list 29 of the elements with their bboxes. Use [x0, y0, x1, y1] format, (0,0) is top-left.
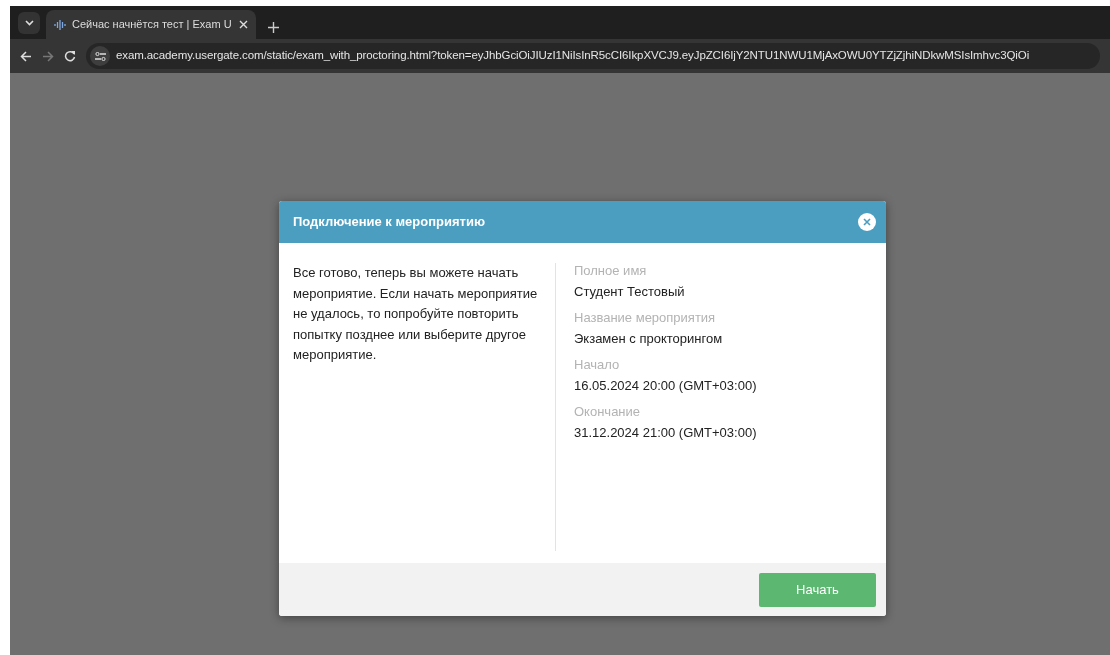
field-label: Название мероприятия	[574, 310, 717, 326]
close-icon	[863, 218, 871, 226]
field-value: 31.12.2024 21:00 (GMT+03:00)	[574, 425, 757, 441]
right-arrow-icon	[42, 50, 54, 62]
close-button[interactable]	[858, 213, 876, 231]
back-button[interactable]	[20, 50, 32, 62]
field-label: Начало	[574, 357, 621, 373]
tab-list-button[interactable]	[18, 12, 40, 34]
field-label: Полное имя	[574, 263, 648, 279]
field-label: Окончание	[574, 404, 642, 420]
field-value: Студент Тестовый	[574, 284, 686, 300]
address-bar[interactable]: exam.academy.usergate.com/static/exam_with_proctoring.html?token=eyJhbGciOiJIUzI1NiIsInR5cCI6IkpXVCJ9.eyJpZCI6IjY2NTU1NWU1MjAxOWU0YTZjZjhiNDkwMSIsImhvc3QiOi	[86, 43, 1100, 69]
reload-icon	[64, 50, 76, 62]
browser-tab[interactable]: Сейчас начнётся тест | Exam U	[46, 10, 256, 39]
reload-button[interactable]	[64, 50, 76, 62]
field-value: 16.05.2024 20:00 (GMT+03:00)	[574, 378, 757, 394]
url-text: exam.academy.usergate.com/static/exam_with_proctoring.html?token=eyJhbGciOiJIUzI1NiIsInR5cCI6IkpXVCJ9.eyJpZCI6IjY2NTU1NWU1MjAxOWU0YTZjZjhiNDkwMSIsImhvc3QiOi	[116, 48, 1030, 64]
dialog-title: Подключение к мероприятию	[293, 213, 486, 232]
site-info-button[interactable]	[90, 46, 110, 66]
close-icon[interactable]	[239, 20, 248, 29]
chevron-down-icon	[24, 20, 34, 26]
tab-title: Сейчас начнётся тест | Exam U	[72, 17, 233, 33]
dialog-message: Все готово, теперь вы можете начать мероприятие. Если начать мероприятие не удалось, то попробуйте повторить попытку позднее или выберите другое мероприятие.	[293, 264, 539, 364]
field-value: Экзамен с прокторингом	[574, 331, 724, 347]
left-arrow-icon	[20, 50, 32, 62]
plus-icon	[268, 22, 279, 33]
sliders-icon	[94, 51, 106, 61]
audio-wave-icon	[54, 19, 66, 30]
forward-button[interactable]	[42, 50, 54, 62]
